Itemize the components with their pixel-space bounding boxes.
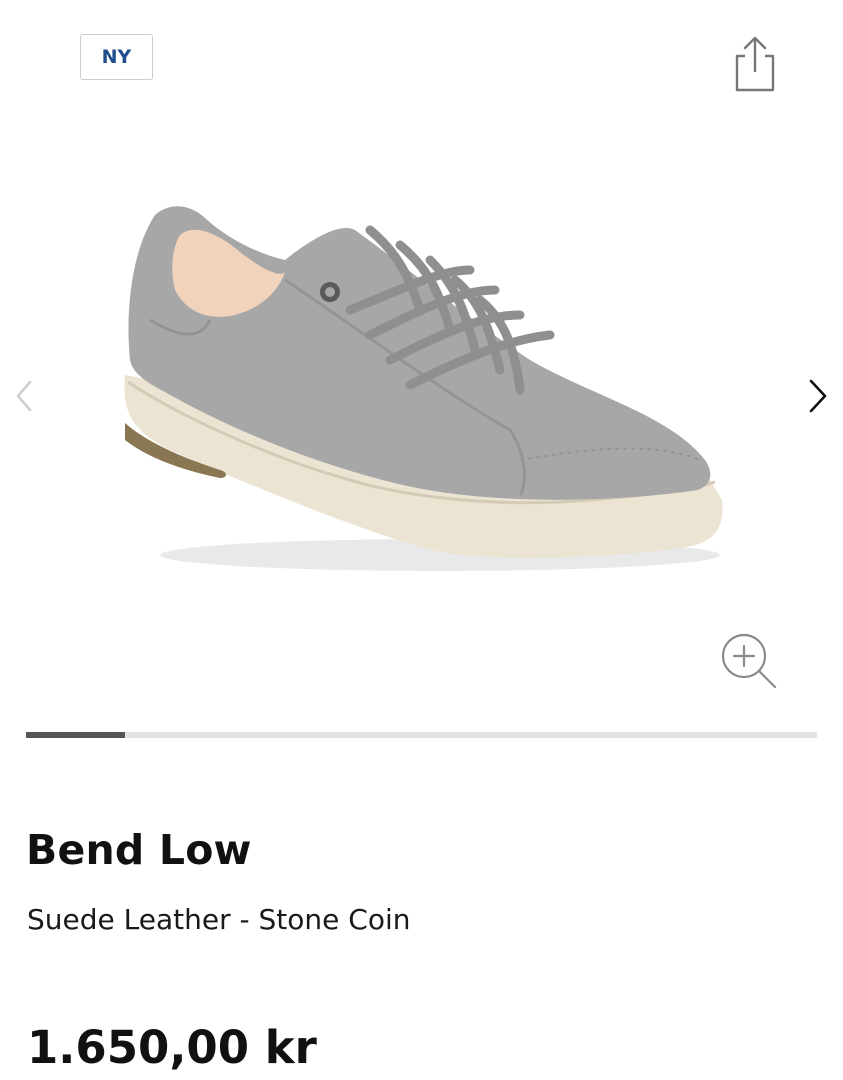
product-title: Bend Low <box>26 826 252 874</box>
chevron-left-icon <box>16 380 32 412</box>
gallery-progress-indicator <box>26 732 125 738</box>
product-image-gallery[interactable] <box>0 120 843 620</box>
new-badge: NY <box>80 34 153 80</box>
zoom-button[interactable] <box>718 630 780 692</box>
product-variant: Suede Leather - Stone Coin <box>27 903 411 936</box>
new-badge-label: NY <box>101 46 132 68</box>
zoom-in-icon <box>721 633 777 689</box>
product-image <box>124 206 723 571</box>
share-icon <box>735 36 775 92</box>
previous-image-button[interactable] <box>10 378 40 414</box>
chevron-right-icon <box>809 379 827 413</box>
gallery-progress-bar <box>26 732 817 738</box>
share-button[interactable] <box>727 34 781 94</box>
next-image-button[interactable] <box>802 376 832 416</box>
product-price: 1.650,00 kr <box>27 1021 317 1074</box>
